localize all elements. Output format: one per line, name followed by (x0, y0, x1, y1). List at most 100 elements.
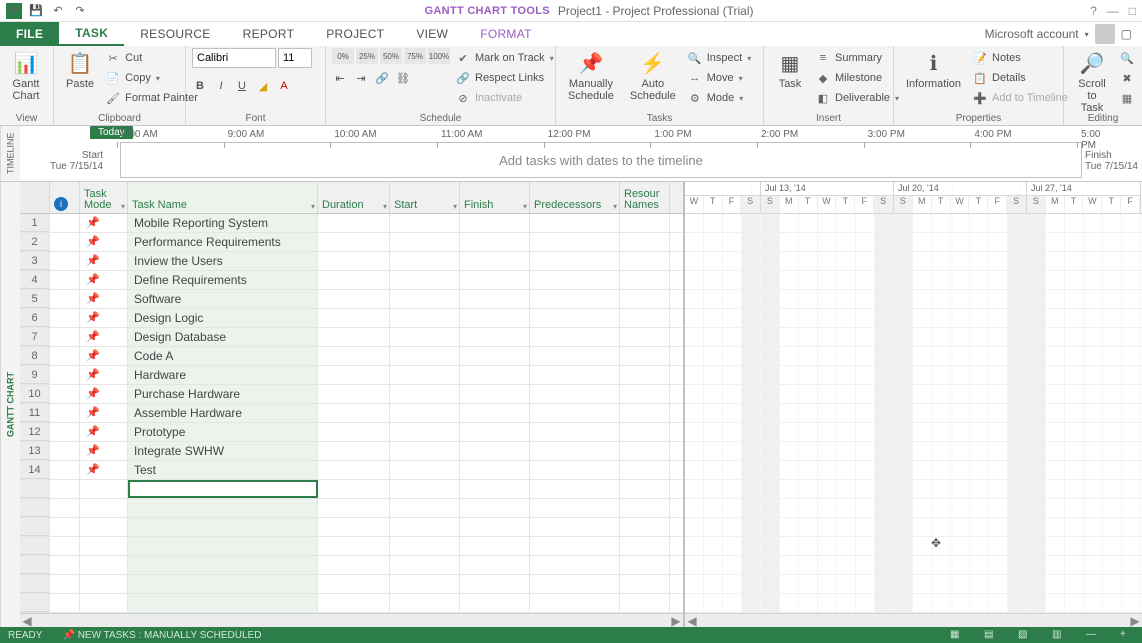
chevron-down-icon[interactable]: ▾ (121, 203, 125, 211)
row-res-cell[interactable] (620, 385, 670, 403)
zoom-in-icon[interactable]: + (1120, 629, 1134, 641)
row-mode-cell[interactable] (80, 499, 128, 517)
row-info-cell[interactable] (50, 366, 80, 384)
row-pred-cell[interactable] (530, 309, 620, 327)
row-start-cell[interactable] (390, 442, 460, 460)
row-duration-cell[interactable] (318, 480, 390, 498)
row-number[interactable] (20, 556, 50, 574)
row-mode-cell[interactable]: 📌 (80, 461, 128, 479)
outdent-icon[interactable]: ⇤ (332, 70, 348, 86)
row-finish-cell[interactable] (460, 537, 530, 555)
row-name-cell[interactable] (128, 518, 318, 536)
row-number[interactable] (20, 594, 50, 612)
table-row[interactable]: 6📌Design Logic (20, 309, 683, 328)
row-pred-cell[interactable] (530, 499, 620, 517)
row-duration-cell[interactable] (318, 594, 390, 612)
row-duration-cell[interactable] (318, 518, 390, 536)
table-row[interactable] (20, 594, 683, 613)
row-number[interactable]: 14 (20, 461, 50, 479)
row-res-cell[interactable] (620, 556, 670, 574)
mode-button[interactable]: ⚙Mode (686, 88, 753, 108)
chart-row[interactable] (685, 404, 1142, 423)
row-pred-cell[interactable] (530, 575, 620, 593)
header-finish[interactable]: Finish▾ (460, 182, 530, 213)
row-number[interactable]: 13 (20, 442, 50, 460)
inspect-button[interactable]: 🔍Inspect (686, 48, 753, 68)
help-icon[interactable]: ? (1090, 4, 1097, 18)
timeline-track[interactable]: Add tasks with dates to the timeline 8:0… (120, 142, 1082, 178)
chart-row[interactable] (685, 423, 1142, 442)
row-mode-cell[interactable] (80, 480, 128, 498)
row-start-cell[interactable] (390, 233, 460, 251)
header-predecessors[interactable]: Predecessors▾ (530, 182, 620, 213)
table-row[interactable] (20, 480, 683, 499)
row-res-cell[interactable] (620, 575, 670, 593)
row-number[interactable] (20, 518, 50, 536)
minimize-icon[interactable]: — (1107, 4, 1119, 18)
row-mode-cell[interactable]: 📌 (80, 423, 128, 441)
unlink-icon[interactable]: ⛓ (395, 70, 411, 86)
table-row[interactable]: 8📌Code A (20, 347, 683, 366)
row-res-cell[interactable] (620, 366, 670, 384)
row-mode-cell[interactable]: 📌 (80, 347, 128, 365)
row-info-cell[interactable] (50, 309, 80, 327)
row-start-cell[interactable] (390, 366, 460, 384)
row-mode-cell[interactable] (80, 556, 128, 574)
find-button[interactable]: 🔍 (1118, 48, 1136, 68)
row-res-cell[interactable] (620, 461, 670, 479)
pct-0-button[interactable]: 0% (332, 48, 354, 64)
row-duration-cell[interactable] (318, 271, 390, 289)
chevron-down-icon[interactable]: ▾ (453, 202, 457, 211)
row-pred-cell[interactable] (530, 233, 620, 251)
chart-row[interactable] (685, 480, 1142, 499)
table-row[interactable]: 10📌Purchase Hardware (20, 385, 683, 404)
account-menu[interactable]: Microsoft account ▾ ▢ (975, 22, 1142, 46)
row-start-cell[interactable] (390, 328, 460, 346)
details-button[interactable]: 📋Details (971, 68, 1070, 88)
restore-icon[interactable]: □ (1129, 4, 1136, 18)
tab-file[interactable]: FILE (0, 22, 59, 46)
font-name-input[interactable] (192, 48, 276, 68)
table-row[interactable] (20, 518, 683, 537)
row-start-cell[interactable] (390, 423, 460, 441)
scroll-right-icon[interactable]: ▶ (669, 614, 683, 627)
tab-project[interactable]: PROJECT (310, 22, 400, 46)
header-info[interactable]: i (50, 182, 80, 213)
row-res-cell[interactable] (620, 214, 670, 232)
table-row[interactable]: 9📌Hardware (20, 366, 683, 385)
row-duration-cell[interactable] (318, 537, 390, 555)
table-row[interactable] (20, 499, 683, 518)
row-duration-cell[interactable] (318, 290, 390, 308)
row-info-cell[interactable] (50, 214, 80, 232)
row-res-cell[interactable] (620, 423, 670, 441)
row-name-cell[interactable] (128, 575, 318, 593)
zoom-out-icon[interactable]: — (1086, 629, 1100, 641)
row-duration-cell[interactable] (318, 442, 390, 460)
chart-row[interactable] (685, 290, 1142, 309)
row-name-cell[interactable]: Purchase Hardware (128, 385, 318, 403)
chart-row[interactable] (685, 518, 1142, 537)
row-info-cell[interactable] (50, 537, 80, 555)
row-pred-cell[interactable] (530, 423, 620, 441)
row-info-cell[interactable] (50, 499, 80, 517)
row-number[interactable]: 11 (20, 404, 50, 422)
chart-row[interactable] (685, 214, 1142, 233)
row-finish-cell[interactable] (460, 290, 530, 308)
row-name-cell[interactable] (128, 480, 318, 498)
row-start-cell[interactable] (390, 309, 460, 327)
row-pred-cell[interactable] (530, 518, 620, 536)
row-name-cell[interactable] (128, 537, 318, 555)
row-info-cell[interactable] (50, 385, 80, 403)
information-button[interactable]: ℹInformation (900, 48, 967, 92)
row-finish-cell[interactable] (460, 214, 530, 232)
row-info-cell[interactable] (50, 347, 80, 365)
row-name-cell[interactable]: Inview the Users (128, 252, 318, 270)
row-start-cell[interactable] (390, 499, 460, 517)
row-mode-cell[interactable]: 📌 (80, 404, 128, 422)
row-start-cell[interactable] (390, 404, 460, 422)
row-number[interactable]: 6 (20, 309, 50, 327)
row-duration-cell[interactable] (318, 385, 390, 403)
chart-row[interactable] (685, 252, 1142, 271)
row-start-cell[interactable] (390, 575, 460, 593)
chart-row[interactable] (685, 233, 1142, 252)
